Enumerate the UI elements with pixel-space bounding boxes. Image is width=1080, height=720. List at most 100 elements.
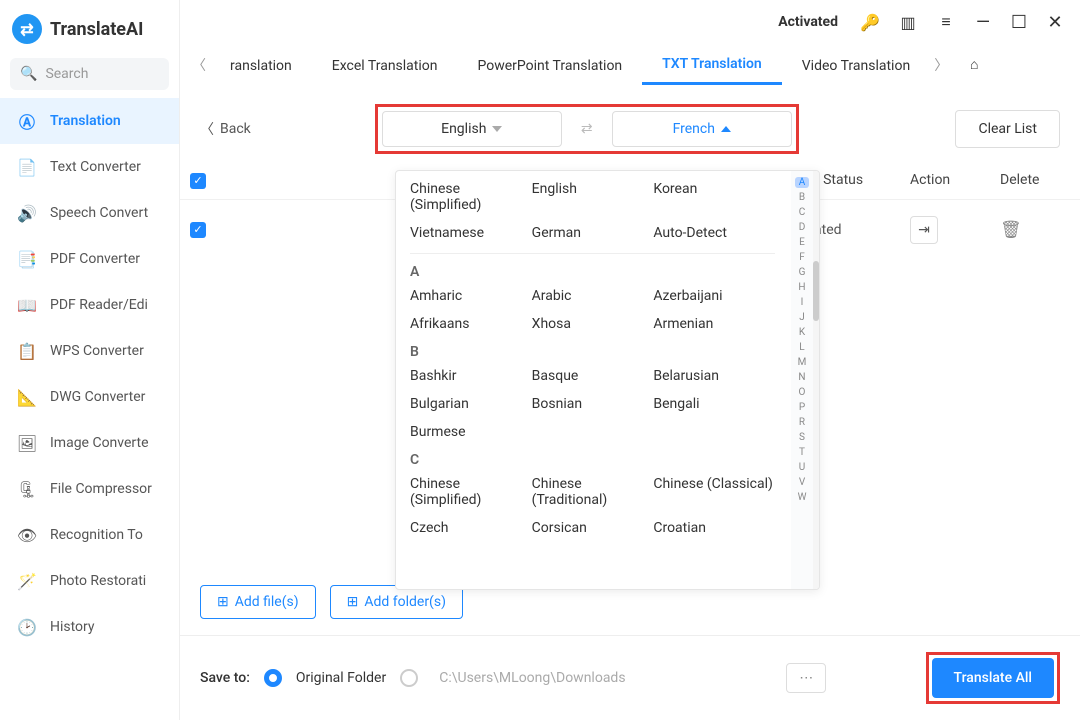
lang-option[interactable]: Afrikaans: [410, 316, 532, 332]
sidebar-item-label: Photo Restorati: [50, 573, 146, 589]
alpha-index-n[interactable]: N: [798, 372, 805, 383]
lang-option[interactable]: Amharic: [410, 288, 532, 304]
lang-option[interactable]: Chinese (Simplified): [410, 476, 532, 508]
tab-txt[interactable]: TXT Translation: [642, 44, 782, 85]
lang-option[interactable]: Arabic: [532, 288, 654, 304]
lang-option[interactable]: Chinese (Traditional): [532, 476, 654, 508]
source-language-select[interactable]: English: [382, 111, 562, 147]
sidebar-search[interactable]: 🔍 Search: [10, 58, 169, 90]
sidebar-item-history[interactable]: 🕑History: [0, 604, 179, 650]
alpha-index-m[interactable]: M: [798, 357, 807, 368]
lang-option[interactable]: Bashkir: [410, 368, 532, 384]
sidebar-item-speech-convert[interactable]: 🔊Speech Convert: [0, 190, 179, 236]
lang-option[interactable]: Croatian: [653, 520, 775, 536]
lang-option[interactable]: German: [532, 225, 654, 241]
alpha-index-w[interactable]: W: [798, 492, 807, 503]
radio-original-folder[interactable]: [264, 669, 282, 687]
key-icon[interactable]: 🔑: [860, 12, 880, 32]
lang-option[interactable]: Belarusian: [653, 368, 775, 384]
sidebar-item-image-converter[interactable]: 🖼 Image Converte: [0, 420, 179, 466]
home-icon[interactable]: ⌂: [962, 53, 986, 77]
sidebar-item-pdf-converter[interactable]: 📑PDF Converter: [0, 236, 179, 282]
alpha-index-r[interactable]: R: [799, 417, 805, 428]
lang-option[interactable]: Basque: [532, 368, 654, 384]
lang-option[interactable]: Korean: [653, 181, 775, 213]
sidebar-item-wps-converter[interactable]: 📋WPS Converter: [0, 328, 179, 374]
alpha-index-k[interactable]: K: [799, 327, 805, 338]
alpha-index-f[interactable]: F: [799, 252, 805, 263]
tab-powerpoint[interactable]: PowerPoint Translation: [458, 46, 643, 84]
close-button[interactable]: ✕: [1046, 13, 1064, 31]
lang-option[interactable]: Auto-Detect: [653, 225, 775, 241]
alpha-index-i[interactable]: I: [801, 297, 804, 308]
lang-option[interactable]: English: [532, 181, 654, 213]
translate-all-button[interactable]: Translate All: [932, 658, 1054, 698]
chevron-up-icon: [721, 126, 731, 132]
lang-option[interactable]: Czech: [410, 520, 532, 536]
lang-option[interactable]: Chinese (Classical): [653, 476, 775, 508]
lang-option[interactable]: Chinese (Simplified): [410, 181, 532, 213]
tab-partial[interactable]: ranslation: [210, 46, 312, 84]
row-delete-button[interactable]: 🗑: [1000, 220, 1022, 240]
alpha-index-o[interactable]: O: [799, 387, 806, 398]
sidebar-item-photo-restoration[interactable]: 🪄Photo Restorati: [0, 558, 179, 604]
sidebar-item-text-converter[interactable]: 📄Text Converter: [0, 144, 179, 190]
add-folders-button[interactable]: ⊞Add folder(s): [330, 585, 463, 619]
alpha-index-d[interactable]: D: [799, 222, 806, 233]
tab-video[interactable]: Video Translation: [782, 46, 930, 84]
tabs-scroll-left[interactable]: 〈: [188, 55, 210, 75]
alpha-index-e[interactable]: E: [799, 237, 805, 248]
back-button[interactable]: 〈Back: [200, 119, 251, 139]
sidebar-item-pdf-reader[interactable]: 📖PDF Reader/Edi: [0, 282, 179, 328]
alpha-index-v[interactable]: V: [799, 477, 805, 488]
clear-list-button[interactable]: Clear List: [955, 110, 1060, 148]
scrollbar-thumb[interactable]: [813, 261, 819, 321]
tab-excel[interactable]: Excel Translation: [312, 46, 458, 84]
sidebar-item-recognition[interactable]: 👁Recognition To: [0, 512, 179, 558]
sidebar-item-file-compressor[interactable]: 🗜File Compressor: [0, 466, 179, 512]
alpha-index-p[interactable]: P: [799, 402, 805, 413]
sidebar-item-translation[interactable]: ⒶTranslation: [0, 98, 179, 144]
sidebar-item-dwg-converter[interactable]: 📐DWG Converter: [0, 374, 179, 420]
target-language-select[interactable]: French: [612, 111, 792, 147]
tabs-scroll-right[interactable]: 〉: [930, 55, 952, 75]
plus-icon: ⊞: [347, 594, 359, 610]
image-icon: 🖼: [16, 432, 38, 454]
lang-option[interactable]: Bengali: [653, 396, 775, 412]
sidebar-item-label: Image Converte: [50, 435, 149, 451]
sidebar-item-label: WPS Converter: [50, 343, 144, 359]
dropdown-alpha-index[interactable]: ABCDEFGHIJKLMNOPRSTUVW: [791, 171, 813, 589]
alpha-index-c[interactable]: C: [799, 207, 806, 218]
alpha-index-a[interactable]: A: [795, 177, 809, 188]
scan-icon[interactable]: ▥: [898, 12, 918, 32]
swap-languages-button[interactable]: ⇄: [572, 121, 602, 137]
minimize-button[interactable]: —: [974, 13, 992, 31]
add-files-button[interactable]: ⊞Add file(s): [200, 585, 316, 619]
lang-option[interactable]: Burmese: [410, 424, 532, 440]
lang-option[interactable]: Armenian: [653, 316, 775, 332]
lang-option[interactable]: Corsican: [532, 520, 654, 536]
lang-option[interactable]: Bosnian: [532, 396, 654, 412]
alpha-index-h[interactable]: H: [798, 282, 805, 293]
lang-option[interactable]: Azerbaijani: [653, 288, 775, 304]
alpha-index-t[interactable]: T: [799, 447, 805, 458]
row-action-button[interactable]: ⇥: [910, 216, 938, 244]
lang-option[interactable]: Xhosa: [532, 316, 654, 332]
alpha-index-s[interactable]: S: [799, 432, 805, 443]
alpha-index-u[interactable]: U: [799, 462, 805, 473]
alpha-index-l[interactable]: L: [799, 342, 804, 353]
select-all-checkbox[interactable]: ✓: [190, 173, 206, 189]
lang-option[interactable]: Vietnamese: [410, 225, 532, 241]
alpha-index-b[interactable]: B: [799, 192, 805, 203]
alpha-index-g[interactable]: G: [799, 267, 806, 278]
source-language-label: English: [441, 121, 486, 137]
browse-path-button[interactable]: ⋯: [786, 663, 826, 693]
alpha-index-j[interactable]: J: [799, 312, 805, 323]
menu-icon[interactable]: ≡: [936, 12, 956, 32]
lang-option[interactable]: Bulgarian: [410, 396, 532, 412]
radio-custom-folder[interactable]: [400, 669, 418, 687]
maximize-button[interactable]: ☐: [1010, 13, 1028, 31]
footer: Save to: Original Folder C:\Users\MLoong…: [180, 635, 1080, 720]
dropdown-scrollbar[interactable]: [813, 171, 819, 589]
row-checkbox[interactable]: ✓: [190, 222, 206, 238]
